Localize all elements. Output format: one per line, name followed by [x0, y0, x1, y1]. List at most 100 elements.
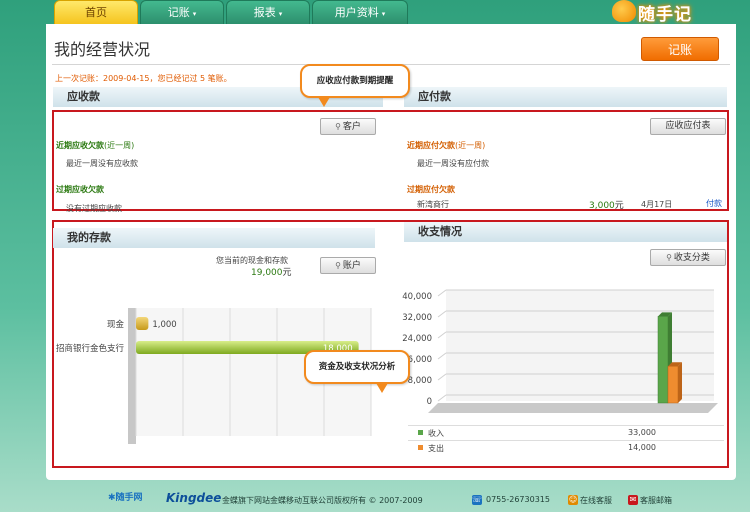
chevron-down-icon: ▾ — [278, 10, 283, 18]
online-support-link[interactable]: 在线客服 — [580, 495, 612, 506]
tab-home-label: 首页 — [85, 6, 107, 19]
footer: ✱随手网 Kingdee 金蝶旗下网站金蝶移动互联公司版权所有 © 2007-2… — [0, 486, 750, 512]
callout-tail — [376, 383, 388, 393]
account-button-label: 账户 — [342, 261, 361, 271]
brand-logo-1: ✱随手网 — [108, 493, 143, 503]
overdue-payable-date: 4月17日 — [641, 200, 673, 209]
payable-table-label: 应收应付表 — [665, 121, 711, 131]
page-title: 我的经营状况 — [54, 40, 151, 59]
category-label: 招商银行金色支行 — [56, 343, 125, 354]
near-payable-sub: (近一周) — [455, 141, 486, 150]
near-receivable-label-text: 近期应收欠款 — [56, 141, 104, 150]
income-title: 收支情况 — [418, 225, 462, 238]
support-email-link[interactable]: 客服邮箱 — [640, 495, 672, 506]
grid-line — [437, 310, 447, 318]
due-reminder-callout: 应收应付款到期提醒 — [300, 64, 410, 107]
overdue-payable-name: 新湾商行 — [417, 200, 449, 209]
search-icon: ⚲ — [666, 253, 672, 262]
grid-line — [437, 373, 447, 381]
column — [667, 366, 679, 404]
near-payable-label: 近期应付欠款(近一周) — [407, 140, 485, 151]
grid-line — [437, 394, 447, 402]
overdue-payable-amount-value: 3,000 — [589, 201, 615, 211]
payable-table-button[interactable]: 应收应付表 — [650, 118, 726, 135]
last-record-text: 上一次记账：2009-04-15，您已经记过 5 笔账。 — [55, 74, 232, 83]
chat-icon: ☺ — [568, 495, 578, 505]
app-logo: 随手记 — [612, 0, 722, 25]
overdue-payable-label: 过期应付欠款 — [407, 185, 455, 194]
account-button[interactable]: ⚲ 账户 — [320, 257, 376, 274]
chevron-down-icon: ▾ — [192, 10, 197, 18]
grid-line — [437, 289, 447, 297]
customer-button-label: 客户 — [342, 122, 361, 132]
near-receivable-sub: (近一周) — [104, 141, 135, 150]
deposits-header: 我的存款 — [53, 228, 375, 248]
expense-legend-name: 支出 — [428, 444, 444, 453]
record-button[interactable]: 记账 — [641, 37, 719, 61]
y-tick-label: 32,000 — [402, 313, 432, 323]
tab-user-profile[interactable]: 用户资料 ▾ — [312, 0, 408, 24]
analysis-callout: 资金及收支状况分析 — [304, 350, 410, 393]
overdue-payable-unit: 元 — [614, 201, 624, 211]
legend-divider — [408, 425, 724, 426]
chevron-down-icon: ▾ — [381, 10, 386, 18]
copyright-text: 金蝶旗下网站金蝶移动互联公司版权所有 © 2007-2009 — [222, 496, 423, 505]
plot-side-wall — [128, 308, 136, 444]
grid-line — [437, 331, 447, 339]
phone-number: 0755-26730315 — [486, 495, 550, 504]
tab-reports[interactable]: 报表 ▾ — [226, 0, 310, 24]
overdue-receivable-empty: 没有过期应收款 — [66, 204, 122, 213]
category-button-label: 收支分类 — [673, 253, 710, 263]
search-icon: ⚲ — [335, 122, 341, 131]
near-receivable-label: 近期应收欠款(近一周) — [56, 140, 134, 151]
near-receivable-empty: 最近一周没有应收款 — [66, 159, 138, 168]
customer-button[interactable]: ⚲ 客户 — [320, 118, 376, 135]
mail-icon: ✉ — [628, 495, 638, 505]
y-tick-label: 8,000 — [408, 376, 432, 386]
due-reminder-callout-text: 应收应付款到期提醒 — [316, 76, 394, 86]
data-label: 1,000 — [152, 320, 176, 330]
expense-legend-swatch — [418, 445, 423, 450]
income-header: 收支情况 — [404, 222, 727, 242]
y-tick-label: 40,000 — [402, 292, 432, 302]
receivables-title: 应收款 — [67, 90, 100, 103]
bar — [136, 317, 149, 330]
main-panel: 我的经营状况 记账 上一次记账：2009-04-15，您已经记过 5 笔账。 应… — [46, 24, 736, 480]
near-payable-label-text: 近期应付欠款 — [407, 141, 455, 150]
expense-legend-value: 14,000 — [628, 443, 656, 452]
analysis-callout-text: 资金及收支状况分析 — [318, 362, 396, 372]
grid-line — [437, 352, 447, 360]
income-chart: 08,00016,00024,00032,00040,0001月2月3月4月 — [402, 289, 718, 413]
callout-tail — [318, 97, 330, 107]
y-tick-label: 0 — [427, 397, 432, 407]
pay-link[interactable]: 付款 — [706, 198, 722, 209]
due-reminder-box — [52, 110, 729, 211]
tab-user-label: 用户资料 — [334, 6, 379, 19]
tab-home[interactable]: 首页 — [54, 0, 138, 24]
column-side — [678, 362, 682, 403]
legend-divider — [408, 440, 724, 441]
income-legend-value: 33,000 — [628, 428, 656, 437]
overdue-payable-amount: 3,000元 — [589, 198, 624, 211]
income-legend-name: 收入 — [428, 429, 444, 438]
brand-logo-kingdee: Kingdee — [166, 491, 222, 505]
overdue-receivable-label: 过期应收欠款 — [56, 185, 104, 194]
tab-reports-label: 报表 — [253, 6, 276, 19]
tab-record-label: 记账 — [167, 6, 190, 19]
logo-text: 随手记 — [638, 5, 692, 25]
mascot-icon — [612, 0, 636, 22]
deposits-title: 我的存款 — [67, 231, 111, 244]
search-icon: ⚲ — [335, 261, 341, 270]
category-label: 现金 — [107, 319, 125, 330]
y-tick-label: 24,000 — [402, 334, 432, 344]
payables-header: 应付款 — [404, 87, 727, 107]
income-legend: 收入 33,000 支出 14,000 — [408, 425, 724, 459]
tab-record[interactable]: 记账 ▾ — [140, 0, 224, 24]
payables-title: 应付款 — [418, 90, 451, 103]
near-payable-empty: 最近一周没有应付款 — [417, 159, 489, 168]
income-legend-swatch — [418, 430, 423, 435]
chart-floor — [428, 403, 718, 413]
main-nav: 首页 记账 ▾ 报表 ▾ 用户资料 ▾ — [54, 0, 410, 24]
column — [657, 316, 669, 404]
phone-icon: ☏ — [472, 495, 483, 505]
